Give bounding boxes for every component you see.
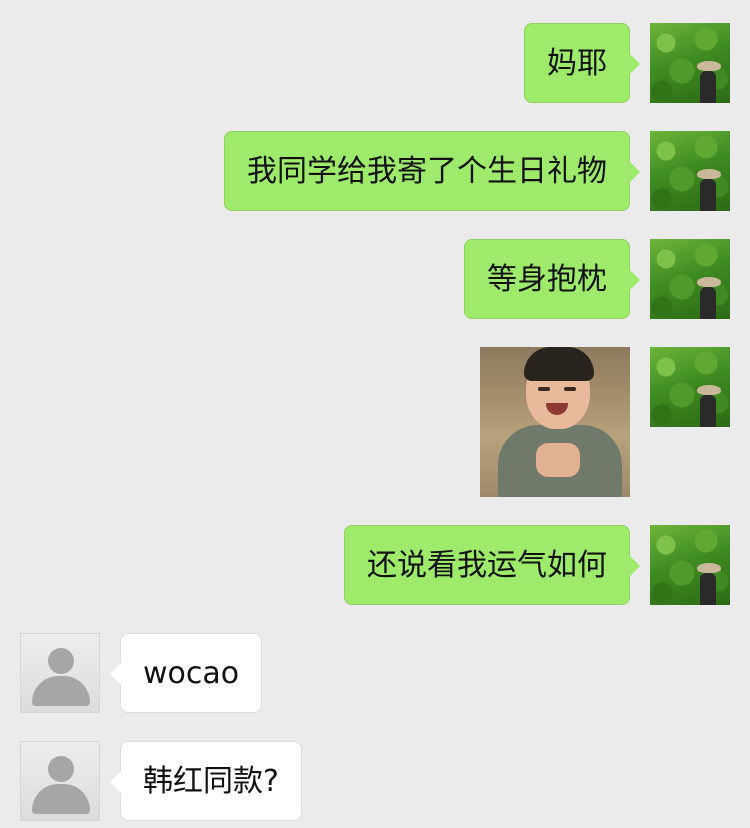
message-bubble[interactable]: 妈耶 [524, 23, 640, 103]
monk-body-icon [700, 287, 716, 319]
message-row: 我同学给我寄了个生日礼物 [0, 131, 750, 211]
monk-body-icon [700, 573, 716, 605]
monk-body-icon [700, 395, 716, 427]
kid-hair-shape [524, 347, 594, 381]
monk-body-icon [700, 71, 716, 103]
message-bubble[interactable]: 我同学给我寄了个生日礼物 [224, 131, 640, 211]
self-avatar[interactable] [650, 239, 730, 319]
self-avatar[interactable] [650, 347, 730, 427]
kid-eye-right [564, 387, 576, 391]
message-bubble[interactable]: 韩红同款? [110, 741, 302, 821]
person-body-icon [32, 784, 90, 814]
message-bubble[interactable]: 还说看我运气如何 [344, 525, 640, 605]
monk-hat-icon [697, 169, 721, 179]
crying-child-sticker[interactable] [480, 347, 630, 497]
person-body-icon [32, 676, 90, 706]
message-bubble[interactable]: 等身抱枕 [464, 239, 640, 319]
message-row: 等身抱枕 [0, 239, 750, 319]
kid-eye-left [538, 387, 550, 391]
monk-hat-icon [697, 277, 721, 287]
self-avatar[interactable] [650, 23, 730, 103]
monk-hat-icon [697, 385, 721, 395]
kid-hand-shape [536, 443, 580, 477]
message-row: 还说看我运气如何 [0, 525, 750, 605]
message-row [0, 347, 750, 497]
self-avatar[interactable] [650, 525, 730, 605]
person-head-icon [48, 756, 74, 782]
person-head-icon [48, 648, 74, 674]
message-row: 韩红同款? [0, 741, 750, 821]
monk-hat-icon [697, 563, 721, 573]
other-avatar[interactable] [20, 633, 100, 713]
monk-body-icon [700, 179, 716, 211]
message-bubble[interactable]: wocao [109, 633, 263, 713]
message-row: 妈耶 [0, 23, 750, 103]
message-row: wocao [0, 633, 750, 713]
monk-hat-icon [697, 61, 721, 71]
self-avatar[interactable] [650, 131, 730, 211]
other-avatar[interactable] [20, 741, 100, 821]
